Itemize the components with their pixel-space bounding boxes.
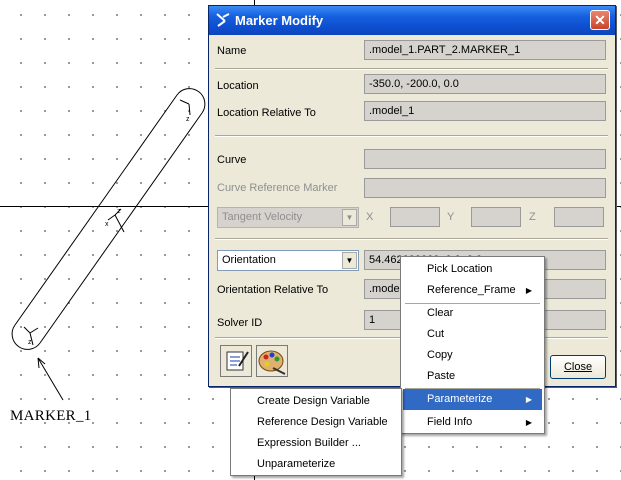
axis-x-label: X xyxy=(366,211,374,223)
tangent-x-field[interactable] xyxy=(390,207,440,227)
close-button[interactable]: Close xyxy=(550,355,606,379)
menu-item-field-info[interactable]: Field Info ▶ xyxy=(403,412,542,433)
close-window-button[interactable]: ✕ xyxy=(590,10,610,30)
svg-text:x: x xyxy=(105,221,109,228)
orientation-select-value: Orientation xyxy=(222,254,276,266)
menu-item-label: Field Info xyxy=(427,416,473,428)
context-menu: Pick Location Reference_Frame ▶ Clear Cut… xyxy=(400,256,545,434)
menu-item-reference-design-variable[interactable]: Reference Design Variable xyxy=(233,412,399,433)
tangent-y-field[interactable] xyxy=(471,207,521,227)
curve-label: Curve xyxy=(217,154,247,166)
chevron-down-icon: ▼ xyxy=(342,209,357,226)
menu-item-unparameterize[interactable]: Unparameterize xyxy=(233,454,399,475)
appearance-button[interactable] xyxy=(256,345,288,377)
marker-tool-icon xyxy=(216,13,230,27)
chevron-right-icon: ▶ xyxy=(525,286,532,295)
svg-text:z: z xyxy=(117,208,121,215)
orientation-relative-label: Orientation Relative To xyxy=(217,284,329,296)
name-field[interactable]: .model_1.PART_2.MARKER_1 xyxy=(364,40,606,60)
location-field[interactable]: -350.0, -200.0, 0.0 xyxy=(364,74,606,94)
svg-text:z: z xyxy=(186,116,190,123)
tangent-velocity-value: Tangent Velocity xyxy=(222,211,303,223)
marker-label: MARKER_1 xyxy=(10,408,92,424)
curve-field[interactable] xyxy=(364,149,606,169)
menu-item-paste[interactable]: Paste xyxy=(403,366,542,387)
svg-text:z: z xyxy=(28,339,32,346)
chevron-down-icon: ▼ xyxy=(342,252,357,269)
chevron-right-icon: ▶ xyxy=(525,395,532,404)
tangent-z-field[interactable] xyxy=(554,207,604,227)
menu-item-copy[interactable]: Copy xyxy=(403,345,542,366)
tangent-velocity-select[interactable]: Tangent Velocity ▼ xyxy=(217,207,359,228)
menu-item-label: Reference_Frame xyxy=(427,284,516,296)
menu-item-create-design-variable[interactable]: Create Design Variable xyxy=(233,391,399,412)
notepad-icon xyxy=(226,351,249,371)
axis-y-label: Y xyxy=(447,211,455,223)
chevron-right-icon: ▶ xyxy=(525,418,532,427)
menu-item-pick-location[interactable]: Pick Location xyxy=(403,259,542,280)
curve-reference-field[interactable] xyxy=(364,178,606,198)
title-bar[interactable]: Marker Modify ✕ xyxy=(209,6,615,35)
location-relative-field[interactable]: .model_1 xyxy=(364,101,606,121)
name-label: Name xyxy=(217,45,247,57)
dialog-title: Marker Modify xyxy=(235,13,324,28)
menu-item-parameterize[interactable]: Parameterize ▶ xyxy=(403,389,542,410)
axis-z-label: Z xyxy=(529,211,536,223)
menu-item-clear[interactable]: Clear xyxy=(403,303,542,324)
menu-item-reference-frame[interactable]: Reference_Frame ▶ xyxy=(403,280,542,301)
separator xyxy=(215,135,608,137)
solver-id-label: Solver ID xyxy=(217,317,263,329)
orientation-select[interactable]: Orientation ▼ xyxy=(217,250,359,271)
comments-button[interactable] xyxy=(220,345,252,377)
menu-item-expression-builder[interactable]: Expression Builder ... xyxy=(233,433,399,454)
curve-reference-label: Curve Reference Marker xyxy=(217,182,338,194)
palette-icon xyxy=(258,350,286,375)
menu-item-label: Parameterize xyxy=(427,393,493,405)
parameterize-submenu: Create Design Variable Reference Design … xyxy=(230,388,402,476)
location-relative-label: Location Relative To xyxy=(217,107,316,119)
separator xyxy=(215,68,608,70)
close-icon: ✕ xyxy=(594,12,606,28)
location-label: Location xyxy=(217,80,259,92)
separator xyxy=(215,238,608,240)
menu-item-cut[interactable]: Cut xyxy=(403,324,542,345)
